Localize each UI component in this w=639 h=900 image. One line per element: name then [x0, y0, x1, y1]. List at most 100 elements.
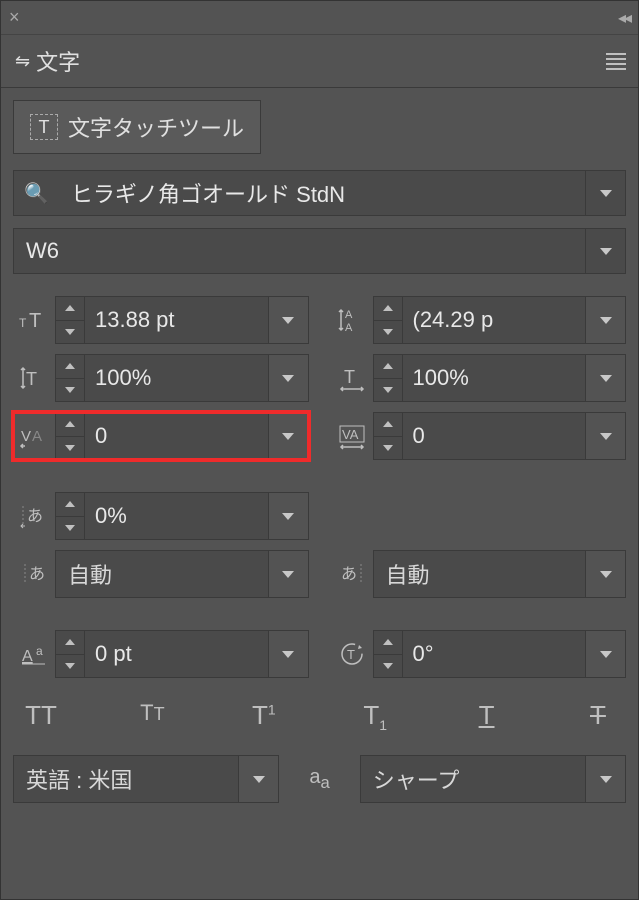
language-value[interactable]: 英語 : 米国	[13, 755, 239, 803]
svg-text:V: V	[21, 428, 31, 445]
font-size-control: TT 13.88 pt	[13, 296, 309, 344]
chevron-down-icon	[253, 776, 265, 783]
aki-left-icon: あ	[13, 559, 55, 589]
baseline-shift-icon: Aa	[13, 639, 55, 669]
antialias-dropdown[interactable]	[586, 755, 626, 803]
svg-text:T: T	[344, 367, 355, 387]
svg-text:T: T	[19, 316, 27, 330]
aki-left-dropdown[interactable]	[269, 550, 309, 598]
svg-text:あ: あ	[27, 507, 43, 525]
caret-down-icon	[65, 329, 75, 335]
rotation-input[interactable]: 0°	[403, 630, 587, 678]
leading-input[interactable]: (24.29 p	[403, 296, 587, 344]
all-caps-button[interactable]: TT	[17, 700, 65, 733]
kerning-dropdown[interactable]	[269, 412, 309, 460]
rotation-stepper[interactable]	[373, 630, 403, 678]
kerning-input[interactable]: 0	[85, 412, 269, 460]
chevron-down-icon	[282, 513, 294, 520]
font-weight-dropdown[interactable]	[585, 229, 625, 273]
panel-tabs: ⇋ 文字	[1, 35, 638, 88]
rotation-dropdown[interactable]	[586, 630, 626, 678]
chevron-down-icon	[600, 248, 612, 255]
vertical-scale-input[interactable]: 100%	[85, 354, 269, 402]
antialias-value[interactable]: シャープ	[360, 755, 586, 803]
tracking-dropdown[interactable]	[586, 412, 626, 460]
chevron-down-icon	[600, 776, 612, 783]
chevron-down-icon	[600, 375, 612, 382]
kerning-control: VA 0	[13, 412, 309, 460]
font-size-dropdown[interactable]	[269, 296, 309, 344]
kerning-stepper[interactable]	[55, 412, 85, 460]
font-size-input[interactable]: 13.88 pt	[85, 296, 269, 344]
rotation-control: T 0°	[331, 630, 627, 678]
svg-text:あ: あ	[29, 565, 45, 583]
leading-icon: AA	[331, 305, 373, 335]
tracking-input[interactable]: 0	[403, 412, 587, 460]
aki-right-value[interactable]: 自動	[373, 550, 587, 598]
kerning-icon: VA	[13, 421, 55, 451]
svg-text:a: a	[36, 644, 43, 658]
horizontal-scale-icon: T	[331, 363, 373, 393]
font-family-dropdown[interactable]	[585, 171, 625, 215]
underline-button[interactable]: T	[463, 700, 511, 733]
close-icon[interactable]: ×	[9, 7, 20, 28]
baseline-shift-dropdown[interactable]	[269, 630, 309, 678]
touch-type-tool-button[interactable]: T 文字タッチツール	[13, 100, 261, 154]
chevron-down-icon	[282, 317, 294, 324]
strikethrough-button[interactable]: T	[574, 700, 622, 733]
vertical-scale-icon: T	[13, 363, 55, 393]
tsume-control: あ 0%	[13, 492, 309, 540]
subscript-button[interactable]: T1	[351, 700, 399, 733]
horizontal-scale-stepper[interactable]	[373, 354, 403, 402]
panel-titlebar: × ◂◂	[1, 1, 638, 35]
tsume-icon: あ	[13, 501, 55, 531]
font-size-icon: TT	[13, 305, 55, 335]
leading-stepper[interactable]	[373, 296, 403, 344]
tsume-dropdown[interactable]	[269, 492, 309, 540]
leading-dropdown[interactable]	[586, 296, 626, 344]
font-family-value: ヒラギノ角ゴオールド StdN	[59, 177, 585, 209]
chevron-down-icon	[282, 375, 294, 382]
svg-text:VA: VA	[342, 427, 359, 442]
tracking-icon: VA	[331, 421, 373, 451]
horizontal-scale-control: T 100%	[331, 354, 627, 402]
chevron-down-icon	[600, 433, 612, 440]
chevron-down-icon	[282, 651, 294, 658]
tab-character[interactable]: ⇋ 文字	[1, 35, 98, 87]
tsume-stepper[interactable]	[55, 492, 85, 540]
tab-label: 文字	[36, 45, 80, 77]
aki-right-icon: あ	[331, 559, 373, 589]
font-family-select[interactable]: 🔍 ヒラギノ角ゴオールド StdN	[13, 170, 626, 216]
baseline-shift-stepper[interactable]	[55, 630, 85, 678]
tsume-input[interactable]: 0%	[85, 492, 269, 540]
caret-up-icon	[383, 363, 393, 369]
caret-down-icon	[383, 663, 393, 669]
small-caps-button[interactable]: TT	[128, 700, 176, 733]
baseline-shift-control: Aa 0 pt	[13, 630, 309, 678]
font-size-stepper[interactable]	[55, 296, 85, 344]
horizontal-scale-dropdown[interactable]	[586, 354, 626, 402]
caret-down-icon	[65, 445, 75, 451]
vertical-scale-dropdown[interactable]	[269, 354, 309, 402]
baseline-shift-input[interactable]: 0 pt	[85, 630, 269, 678]
aki-left-control: あ 自動	[13, 550, 309, 598]
panel-menu-button[interactable]	[594, 35, 638, 87]
tracking-stepper[interactable]	[373, 412, 403, 460]
superscript-button[interactable]: T1	[240, 700, 288, 733]
search-icon: 🔍	[14, 181, 59, 206]
svg-text:あ: あ	[341, 565, 357, 583]
svg-text:A: A	[32, 428, 42, 445]
language-dropdown[interactable]	[239, 755, 279, 803]
font-weight-select[interactable]: W6	[13, 228, 626, 274]
caret-down-icon	[383, 329, 393, 335]
horizontal-scale-input[interactable]: 100%	[403, 354, 587, 402]
collapse-icon[interactable]: ◂◂	[618, 8, 630, 28]
aki-right-dropdown[interactable]	[586, 550, 626, 598]
caret-up-icon	[65, 639, 75, 645]
antialias-icon: aa	[299, 766, 339, 793]
caret-down-icon	[383, 445, 393, 451]
vertical-scale-stepper[interactable]	[55, 354, 85, 402]
caret-up-icon	[65, 421, 75, 427]
aki-left-value[interactable]: 自動	[55, 550, 269, 598]
character-panel: × ◂◂ ⇋ 文字 T 文字タッチツール 🔍 ヒラギノ角ゴオールド StdN W…	[0, 0, 639, 900]
